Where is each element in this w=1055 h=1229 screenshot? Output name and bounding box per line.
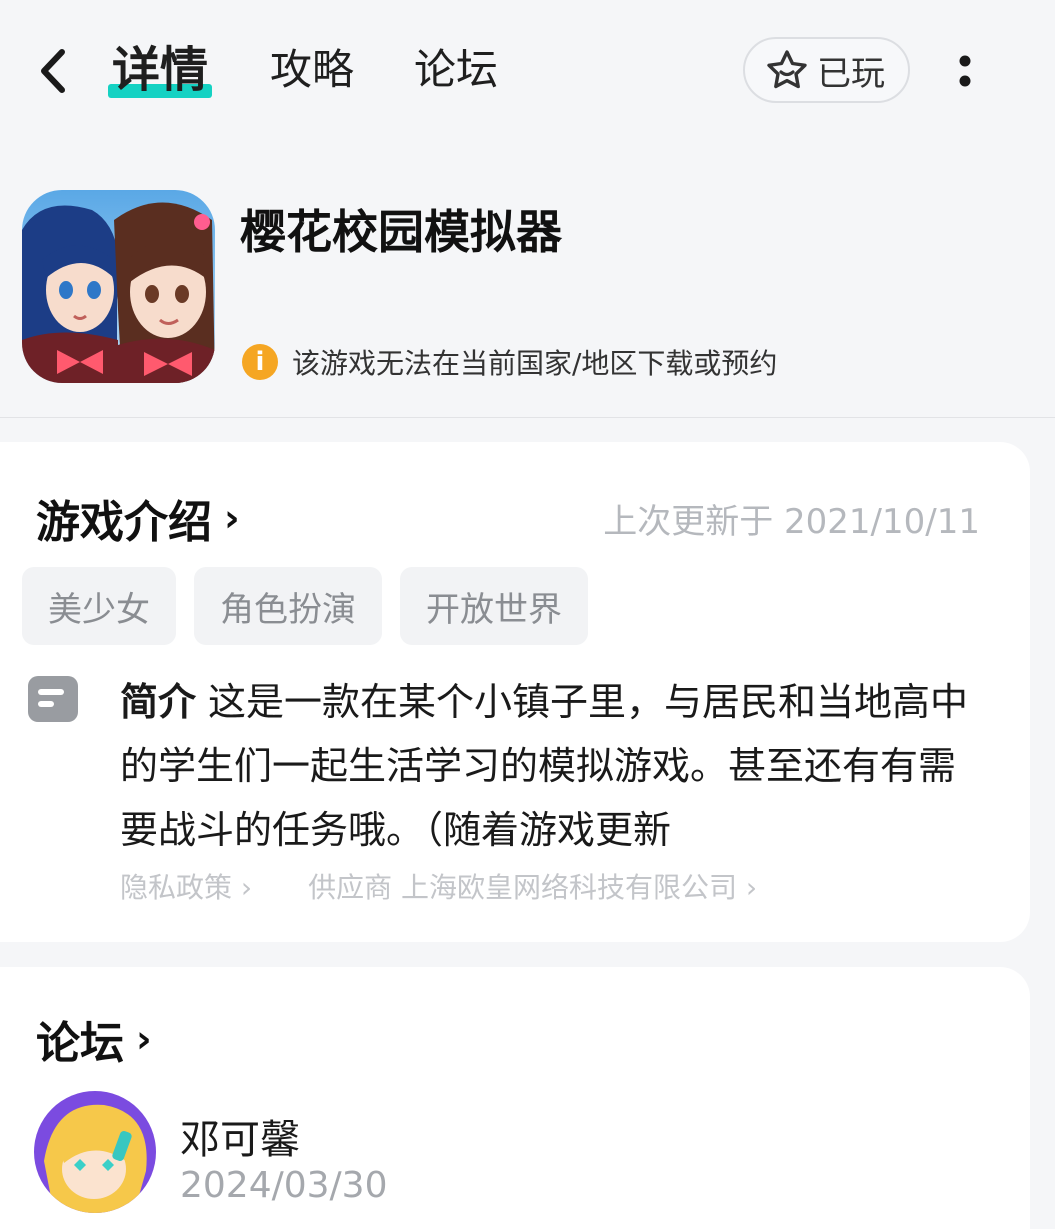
supplier-link[interactable]: 供应商 上海欧皇网络科技有限公司 › — [308, 866, 757, 906]
chevron-right-icon: › — [224, 496, 240, 540]
game-intro-title: 游戏介绍 — [36, 497, 212, 548]
info-icon: i — [242, 344, 278, 380]
tab-detail-label: 详情 — [112, 42, 209, 98]
game-summary[interactable]: 简介 这是一款在某个小镇子里，与居民和当地高中的学生们一起生活学习的模拟游戏。甚至… — [120, 670, 980, 862]
intro-links: 隐私政策 › 供应商 上海欧皇网络科技有限公司 › — [120, 866, 757, 906]
tab-guide[interactable]: 攻略 — [270, 40, 354, 100]
played-label: 已玩 — [817, 53, 885, 94]
top-navigation-bar: 详情 攻略 论坛 已玩 — [0, 0, 1055, 140]
tag[interactable]: 开放世界 — [400, 567, 588, 645]
chevron-right-icon: › — [136, 1017, 152, 1061]
tag-list: 美少女 角色扮演 开放世界 — [22, 567, 606, 645]
summary-label: 简介 — [120, 680, 197, 724]
privacy-policy-link[interactable]: 隐私政策 › — [120, 866, 252, 906]
post-author[interactable]: 邓可馨 — [180, 1107, 300, 1165]
tag[interactable]: 美少女 — [22, 567, 176, 645]
post-date: 2024/03/30 — [180, 1165, 388, 1206]
game-icon — [22, 190, 215, 383]
forum-card: 论坛 › 邓可馨 2024/03/30 — [0, 967, 1030, 1229]
forum-title: 论坛 — [36, 1018, 124, 1069]
last-updated: 上次更新于 2021/10/11 — [603, 502, 980, 542]
tag[interactable]: 角色扮演 — [194, 567, 382, 645]
region-notice: i 该游戏无法在当前国家/地区下载或预约 — [242, 342, 777, 382]
star-icon — [767, 50, 807, 89]
more-options-icon[interactable] — [950, 50, 980, 94]
back-arrow-icon[interactable] — [34, 46, 74, 96]
summary-text: 这是一款在某个小镇子里，与居民和当地高中的学生们一起生活学习的模拟游戏。甚至还有… — [120, 680, 969, 852]
played-button[interactable]: 已玩 — [743, 37, 910, 103]
game-title: 樱花校园模拟器 — [240, 205, 562, 259]
tab-forum[interactable]: 论坛 — [414, 40, 498, 100]
region-notice-text: 该游戏无法在当前国家/地区下载或预约 — [292, 347, 778, 380]
avatar[interactable] — [34, 1091, 156, 1213]
forum-heading[interactable]: 论坛 › — [36, 1007, 152, 1071]
game-intro-card: 游戏介绍 › 上次更新于 2021/10/11 美少女 角色扮演 开放世界 简介… — [0, 442, 1030, 942]
divider — [0, 417, 1055, 418]
tab-detail[interactable]: 详情 — [108, 40, 213, 100]
game-intro-heading[interactable]: 游戏介绍 › — [36, 486, 240, 550]
summary-icon — [28, 676, 78, 722]
